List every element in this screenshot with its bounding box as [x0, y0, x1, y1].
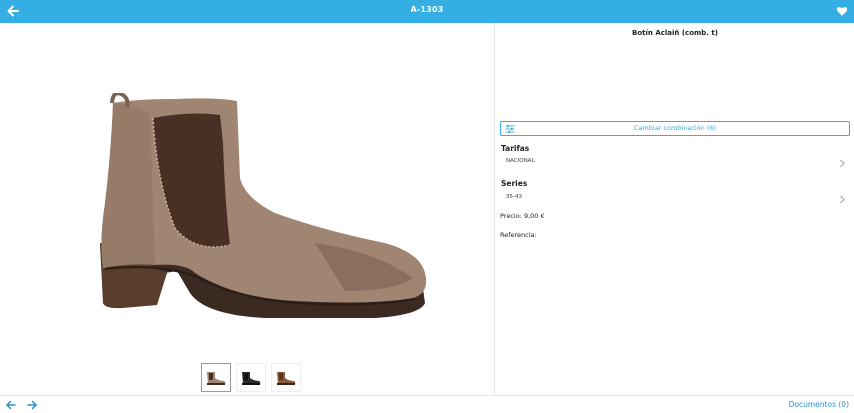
details-panel: Botín Aclaiñ (comb. t) Cambiar combinaci… — [496, 23, 854, 395]
boot-thumbnail-icon — [277, 371, 296, 385]
product-name: Botín Aclaiñ (comb. t) — [632, 29, 718, 37]
change-combination-button[interactable]: Cambiar combinación (6) — [500, 121, 850, 136]
boot-thumbnail-icon — [242, 371, 261, 385]
product-main-image[interactable] — [95, 93, 430, 323]
reference: Referencia: — [500, 231, 537, 239]
thumbnail-brown[interactable] — [271, 363, 301, 392]
tarifas-value[interactable]: NACIONAL — [506, 158, 535, 164]
boot-thumbnail-icon — [207, 371, 226, 385]
image-panel — [0, 23, 495, 395]
chevron-right-icon[interactable] — [839, 195, 846, 204]
top-bar: A-1303 — [0, 0, 854, 23]
price: Precio: 9,00 € — [500, 212, 545, 220]
bottom-bar: Documentos (0) — [0, 395, 854, 413]
thumbnail-strip — [201, 363, 301, 393]
change-combination-label: Cambiar combinación (6) — [633, 124, 717, 132]
arrow-right-icon[interactable] — [27, 400, 38, 410]
sliders-icon — [505, 124, 515, 134]
page-title: A-1303 — [410, 5, 444, 14]
thumbnail-taupe[interactable] — [201, 363, 231, 392]
thumbnail-black[interactable] — [236, 363, 266, 392]
documents-link[interactable]: Documentos (0) — [789, 400, 849, 409]
heart-icon[interactable] — [836, 5, 848, 17]
arrow-left-icon[interactable] — [5, 400, 16, 410]
series-label: Series — [501, 179, 528, 188]
chevron-right-icon[interactable] — [839, 159, 846, 168]
tarifas-label: Tarifas — [501, 144, 530, 153]
series-value[interactable]: 35-43 — [506, 194, 522, 200]
